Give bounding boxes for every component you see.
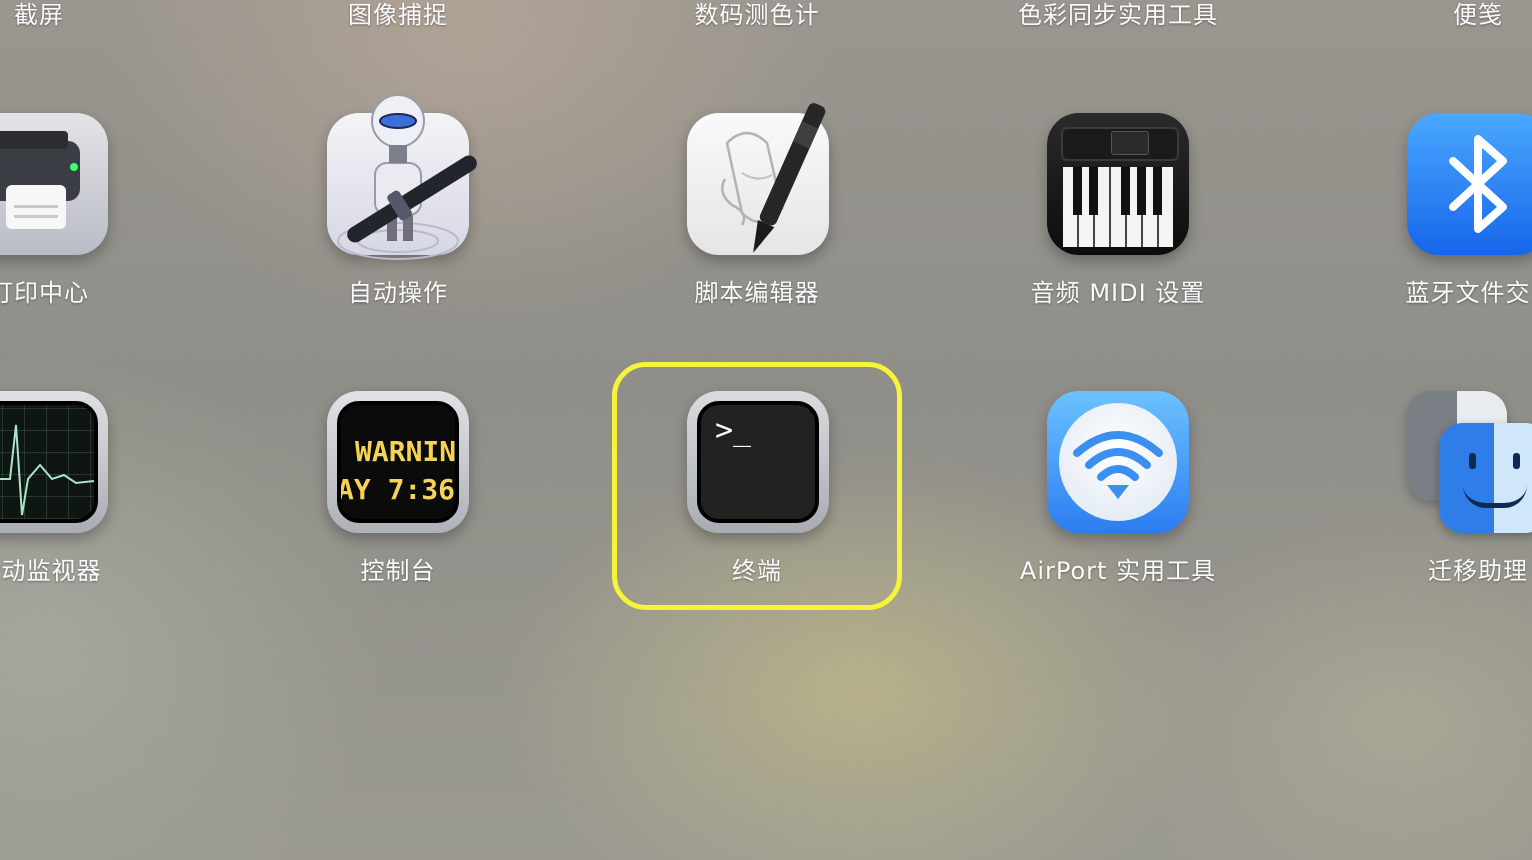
app-label-migration-assistant[interactable]: 迁移助理 bbox=[1328, 556, 1532, 586]
console-warning-icon[interactable]: WARNIN AY 7:36 bbox=[327, 391, 469, 533]
console-line-1: WARNIN bbox=[355, 435, 457, 468]
app-label-audio-midi-setup[interactable]: 音频 MIDI 设置 bbox=[968, 278, 1268, 308]
app-label-bluetooth-file-exchange[interactable]: 蓝牙文件交 bbox=[1318, 278, 1532, 308]
app-label-console[interactable]: 控制台 bbox=[248, 556, 548, 586]
app-label-digital-color-meter[interactable]: 数码测色计 bbox=[607, 0, 907, 30]
app-label-colorsync-utility[interactable]: 色彩同步实用工具 bbox=[968, 0, 1268, 30]
selection-highlight bbox=[612, 362, 902, 610]
airport-wifi-icon[interactable] bbox=[1047, 391, 1189, 533]
activity-monitor-icon[interactable] bbox=[0, 391, 108, 533]
bluetooth-icon[interactable] bbox=[1407, 113, 1532, 255]
app-label-airport-utility[interactable]: AirPort 实用工具 bbox=[968, 556, 1268, 586]
app-label-screenshot[interactable]: 截屏 bbox=[0, 0, 189, 30]
printer-icon[interactable] bbox=[0, 113, 108, 255]
app-label-activity-monitor[interactable]: 活动监视器 bbox=[0, 556, 189, 586]
piano-keyboard-icon[interactable] bbox=[1047, 113, 1189, 255]
app-label-image-capture[interactable]: 图像捕捉 bbox=[248, 0, 548, 30]
console-line-2: AY 7:36 bbox=[337, 473, 456, 506]
app-label-printer[interactable]: 打印中心 bbox=[0, 278, 189, 308]
finder-face-icon[interactable] bbox=[1407, 391, 1532, 533]
app-label-stickies[interactable]: 便笺 bbox=[1328, 0, 1532, 30]
app-label-automator[interactable]: 自动操作 bbox=[248, 278, 548, 308]
app-label-script-editor[interactable]: 脚本编辑器 bbox=[607, 278, 907, 308]
script-editor-pen-icon[interactable] bbox=[687, 103, 829, 255]
automator-robot-icon[interactable] bbox=[327, 94, 477, 260]
